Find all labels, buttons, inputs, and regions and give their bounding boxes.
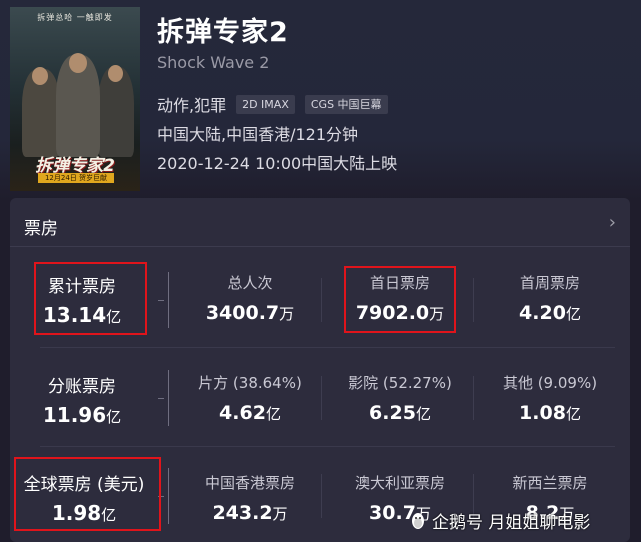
movie-subtitle: Shock Wave 2: [157, 53, 270, 72]
stat-label: 片方 (38.64%): [198, 374, 302, 392]
column-separator: [473, 278, 474, 322]
movie-poster[interactable]: 拆弹总哈 一触即发 拆弹专家2 12月24日 贺岁巨献: [10, 7, 140, 191]
stat-label: 澳大利亚票房: [354, 474, 445, 492]
genre-row: 动作,犯罪 2D IMAX CGS 中国巨幕: [157, 92, 388, 116]
release-date: 2020-12-24 10:00中国大陆上映: [157, 154, 398, 173]
stat-value: 6.25亿: [369, 402, 431, 424]
producer-share[interactable]: 片方 (38.64%) 4.62亿: [180, 372, 320, 424]
box-office-title: 票房: [24, 219, 58, 239]
split-box-office[interactable]: 分账票房 11.96亿: [18, 372, 146, 427]
stat-value: 11.96亿: [42, 403, 122, 427]
highlight-first-day-box-office: [344, 266, 456, 333]
cinema-share[interactable]: 影院 (52.27%) 6.25亿: [330, 372, 470, 424]
column-separator: [321, 474, 322, 518]
stat-label: 新西兰票房: [512, 474, 588, 492]
column-separator: [321, 376, 322, 420]
group-brace: [162, 272, 169, 328]
column-separator: [321, 278, 322, 322]
stat-label: 影院 (52.27%): [348, 374, 452, 392]
poster-date: 12月24日 贺岁巨献: [38, 173, 114, 183]
region-duration: 中国大陆,中国香港/121分钟: [157, 125, 359, 144]
format-tag: CGS 中国巨幕: [304, 94, 388, 114]
movie-title: 拆弹专家2: [157, 17, 289, 48]
first-week-box-office[interactable]: 首周票房 4.20亿: [480, 272, 620, 324]
chevron-right-icon[interactable]: ›: [609, 212, 616, 233]
highlight-global-box-office: [14, 457, 161, 531]
stat-label: 首周票房: [519, 274, 580, 292]
genre-text: 动作,犯罪: [157, 96, 227, 115]
group-brace: [162, 370, 169, 426]
poster-head: [108, 65, 123, 82]
poster-tagline: 拆弹总哈 一触即发: [37, 13, 113, 22]
column-separator: [473, 376, 474, 420]
hong-kong-box-office[interactable]: 中国香港票房 243.2万: [180, 472, 320, 524]
divider: [10, 246, 630, 247]
watermark: 企鹅号 月姐姐聊电影: [408, 508, 590, 533]
stat-label: 中国香港票房: [204, 474, 295, 492]
watermark-text: 企鹅号 月姐姐聊电影: [432, 513, 591, 533]
stat-value: 3400.7万: [205, 302, 295, 324]
highlight-total-box-office: [34, 262, 147, 335]
stat-value: 4.62亿: [219, 402, 281, 424]
group-brace: [162, 468, 169, 524]
other-share[interactable]: 其他 (9.09%) 1.08亿: [480, 372, 620, 424]
stat-value: 4.20亿: [519, 302, 581, 324]
stat-value: 243.2万: [212, 502, 288, 524]
row-divider: [40, 446, 615, 447]
total-admissions[interactable]: 总人次 3400.7万: [180, 272, 320, 324]
poster-head: [69, 53, 87, 73]
poster-head: [32, 67, 48, 85]
penguin-icon: [408, 512, 428, 530]
stat-label: 其他 (9.09%): [502, 374, 598, 392]
stat-label: 总人次: [227, 274, 273, 292]
format-tag: 2D IMAX: [236, 94, 295, 114]
stat-label: 分账票房: [48, 377, 116, 397]
stat-value: 1.08亿: [519, 402, 581, 424]
row-divider: [40, 347, 615, 348]
